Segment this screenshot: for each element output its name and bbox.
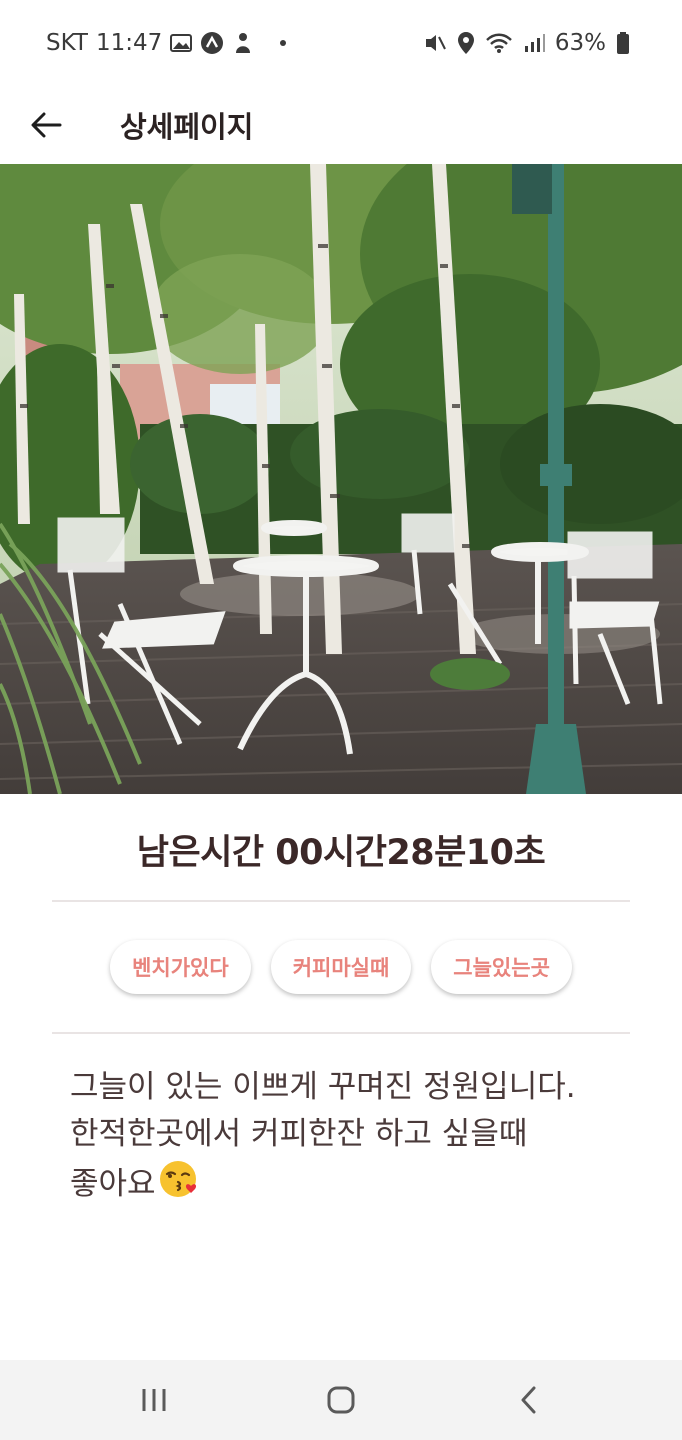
tag-list: 벤치가있다 커피마실때 그늘있는곳 xyxy=(0,940,682,994)
carrier-label: SKT xyxy=(46,30,88,56)
recents-button[interactable] xyxy=(109,1365,199,1435)
image-icon xyxy=(170,33,193,53)
status-right: 63% xyxy=(423,30,636,56)
app-bar: 상세페이지 xyxy=(0,86,682,164)
description: 그늘이 있는 이쁘게 꾸며진 정원입니다. 한적한곳에서 커피한잔 하고 싶을때… xyxy=(70,1064,630,1214)
notification-dot xyxy=(280,40,287,46)
tag-chip[interactable]: 벤치가있다 xyxy=(110,940,251,994)
back-button[interactable] xyxy=(14,93,78,157)
description-line: 그늘이 있는 이쁘게 꾸며진 정원입니다. xyxy=(70,1069,576,1105)
location-icon xyxy=(457,31,475,55)
system-nav-bar xyxy=(0,1360,682,1440)
remaining-time: 남은시간 00시간28분10초 xyxy=(136,833,546,873)
home-icon xyxy=(327,1386,355,1414)
page-title: 상세페이지 xyxy=(120,110,254,144)
battery-label: 63% xyxy=(554,30,606,56)
kissing-face-emoji xyxy=(158,1158,200,1214)
divider xyxy=(52,1032,630,1034)
clock-label: 11:47 xyxy=(95,30,163,56)
screen: SKT 11:47 63% 상세페이지 남은시간 00시간28분10초 벤치가있… xyxy=(0,0,682,1440)
system-back-button[interactable] xyxy=(483,1365,573,1435)
status-bar: SKT 11:47 63% xyxy=(0,0,682,86)
back-icon xyxy=(521,1386,536,1414)
home-button[interactable] xyxy=(296,1365,386,1435)
battery-icon xyxy=(616,31,630,55)
recents-icon xyxy=(142,1389,166,1411)
person-icon xyxy=(232,31,254,55)
mute-icon xyxy=(423,32,447,54)
status-left: SKT 11:47 xyxy=(46,30,287,56)
garden-photo xyxy=(0,164,682,794)
description-line: 한적한곳에서 커피한잔 하고 싶을때 xyxy=(70,1116,528,1152)
description-line: 좋아요 xyxy=(70,1166,156,1202)
tag-chip[interactable]: 그늘있는곳 xyxy=(431,940,572,994)
wifi-icon xyxy=(485,32,513,54)
arrow-left-icon xyxy=(31,112,62,138)
description-line-last: 좋아요 xyxy=(70,1158,630,1214)
divider xyxy=(52,900,630,902)
tag-chip[interactable]: 커피마실때 xyxy=(270,940,412,994)
app-icon xyxy=(200,31,224,55)
signal-icon xyxy=(523,32,545,54)
